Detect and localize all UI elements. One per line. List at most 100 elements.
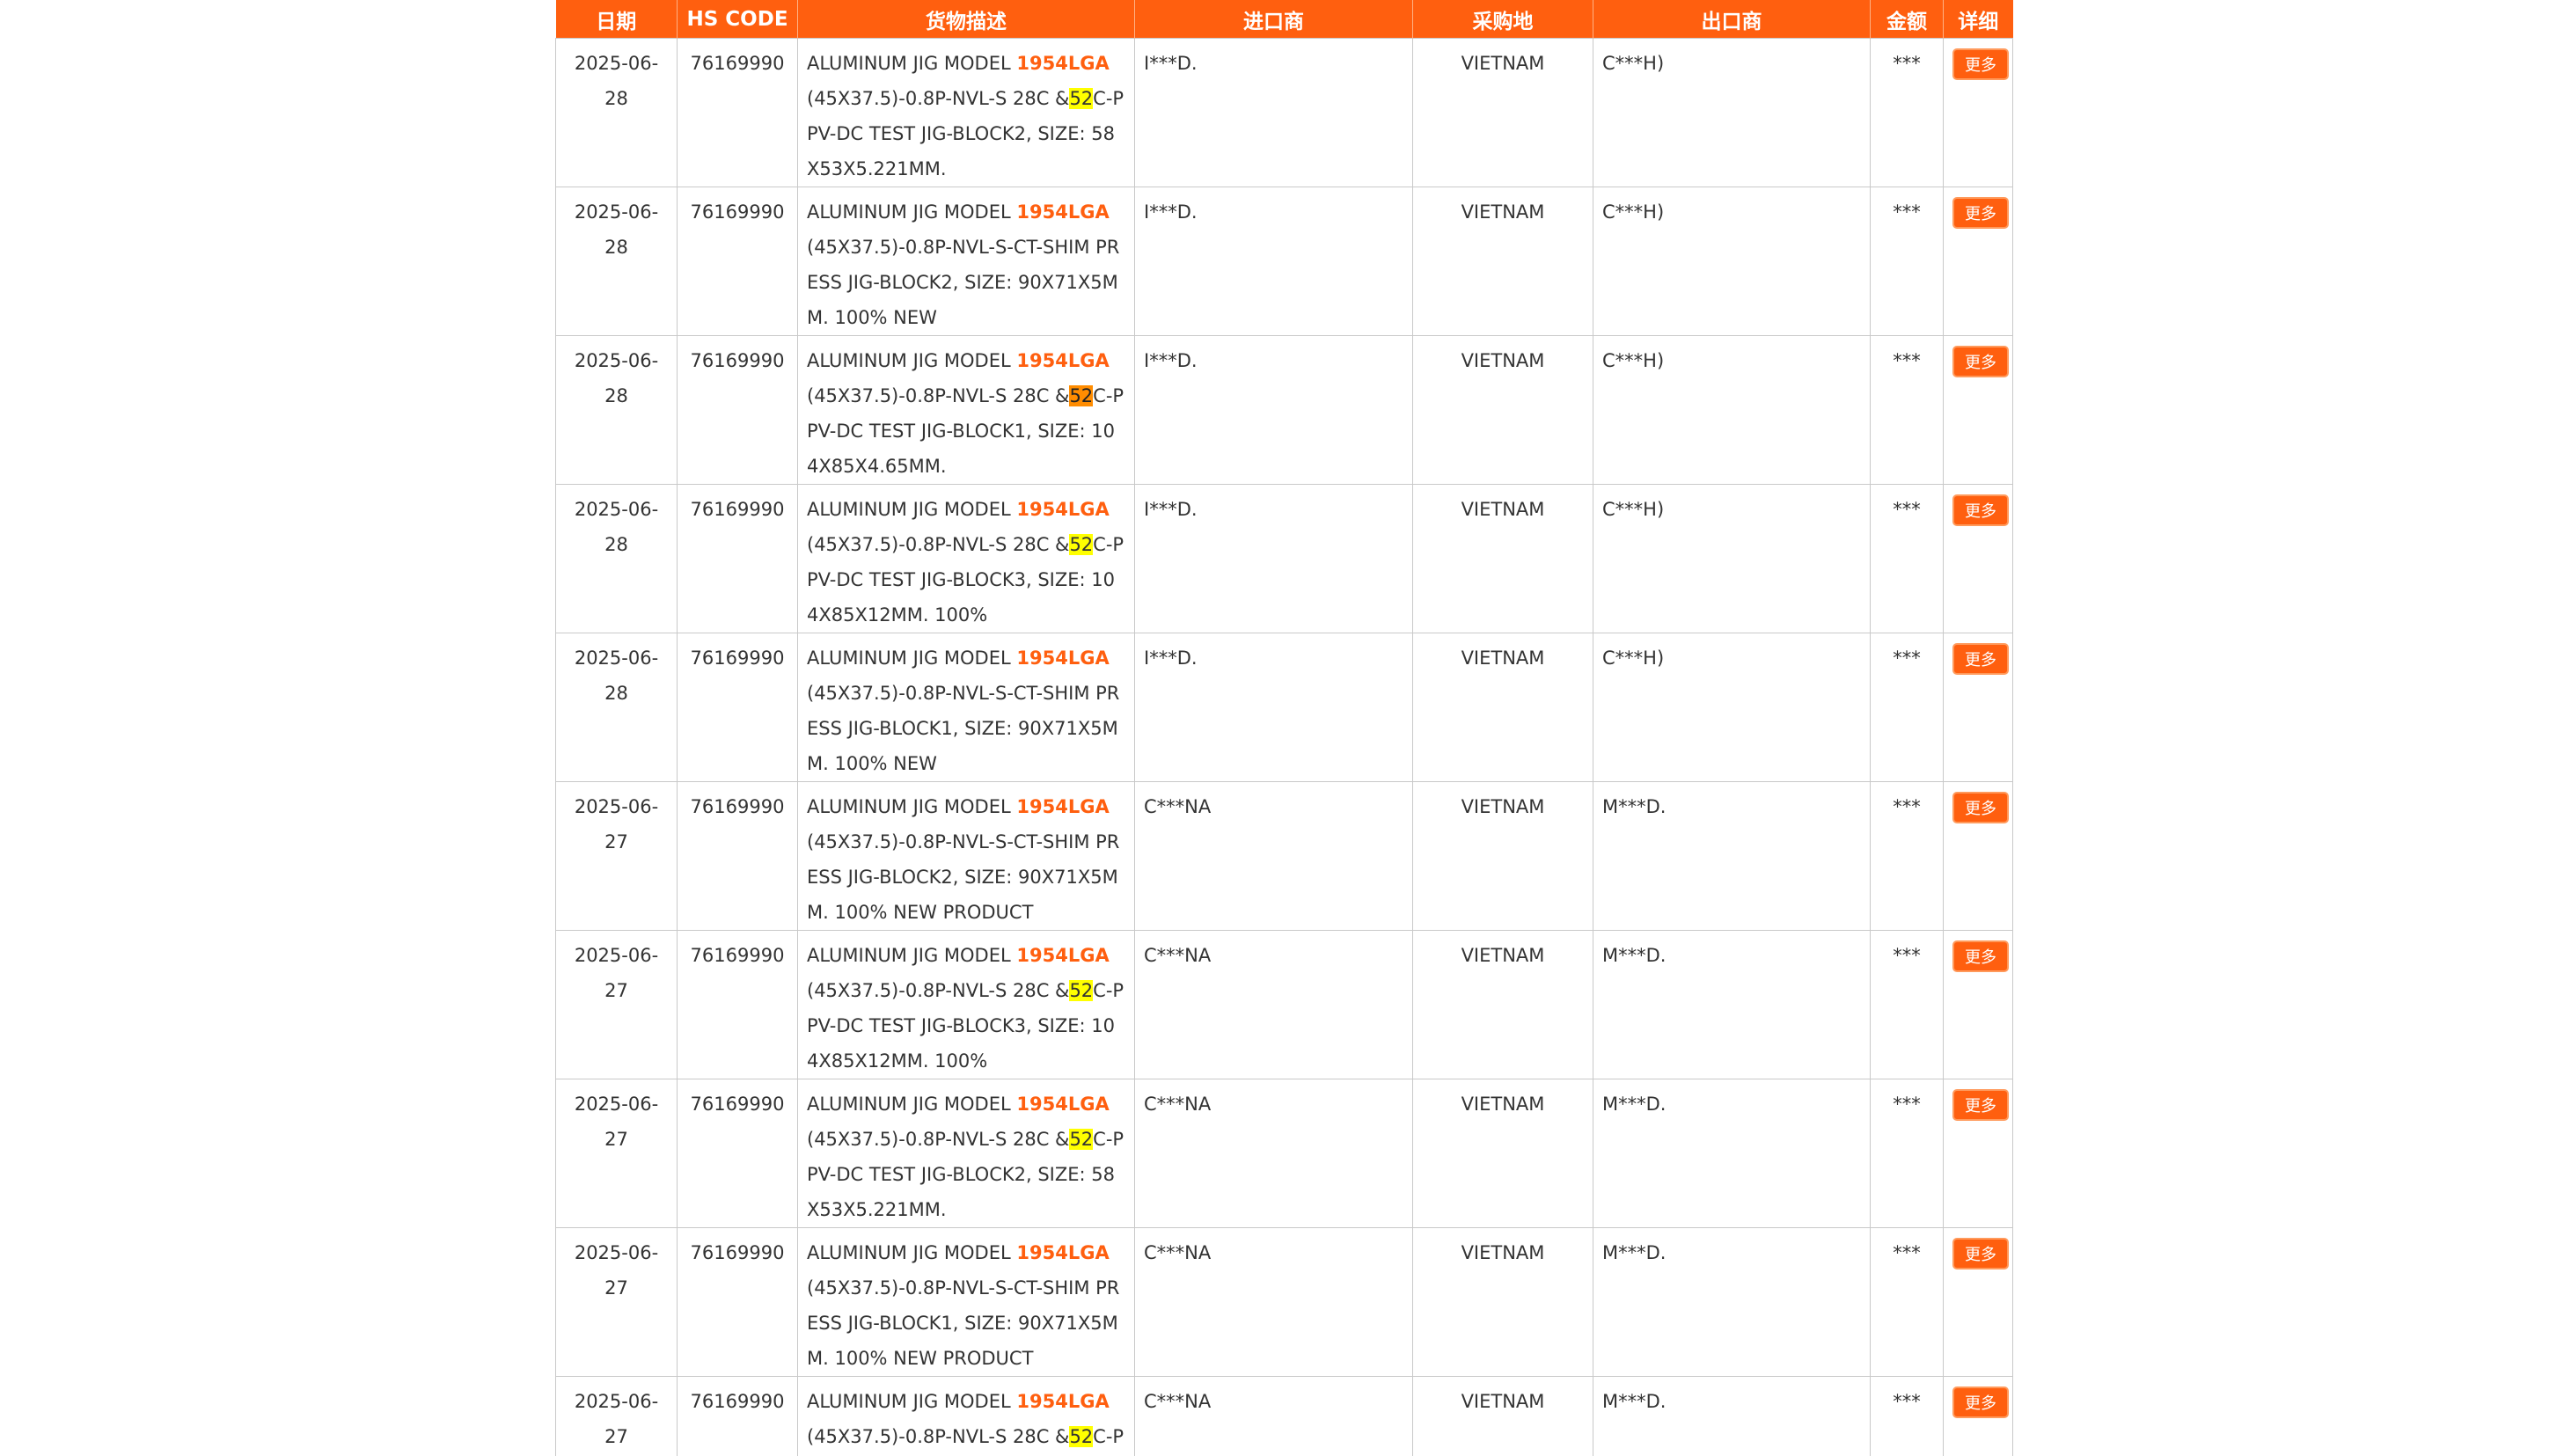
- cell-origin: VIETNAM: [1412, 187, 1593, 336]
- cell-detail: 更多: [1943, 1376, 2013, 1456]
- cell-detail: 更多: [1943, 1227, 2013, 1377]
- cell-origin: VIETNAM: [1412, 781, 1593, 931]
- cell-importer: C***NA: [1134, 930, 1413, 1079]
- cell-description: ALUMINUM JIG MODEL 1954LGA (45X37.5)-0.8P…: [797, 1227, 1135, 1377]
- cell-hs-code: 76169990: [677, 335, 798, 485]
- cell-origin: VIETNAM: [1412, 1376, 1593, 1456]
- cell-description: ALUMINUM JIG MODEL 1954LGA (45X37.5)-0.8P…: [797, 335, 1135, 485]
- description-prefix: ALUMINUM JIG MODEL: [807, 53, 1017, 74]
- table-row: 2025-06-27 76169990 ALUMINUM JIG MODEL 1…: [555, 781, 2013, 931]
- description-keyword-highlight: 52: [1069, 980, 1094, 1001]
- more-button[interactable]: 更多: [1952, 1386, 2009, 1418]
- cell-origin: VIETNAM: [1412, 633, 1593, 782]
- description-middle: (45X37.5)-0.8P-NVL-S 28C &: [807, 534, 1070, 555]
- cell-date: 2025-06-27: [555, 1227, 678, 1377]
- column-header-importer[interactable]: 进口商: [1134, 0, 1413, 39]
- cell-date: 2025-06-27: [555, 781, 678, 931]
- description-prefix: ALUMINUM JIG MODEL: [807, 201, 1017, 223]
- cell-origin: VIETNAM: [1412, 484, 1593, 633]
- cell-importer: I***D.: [1134, 633, 1413, 782]
- trade-records-table: 日期 HS CODE 货物描述 进口商 采购地 出口商 金额 详细 2025-0…: [555, 0, 2013, 1456]
- cell-importer: I***D.: [1134, 187, 1413, 336]
- cell-amount: ***: [1870, 781, 1944, 931]
- column-header-origin[interactable]: 采购地: [1412, 0, 1593, 39]
- cell-detail: 更多: [1943, 187, 2013, 336]
- cell-origin: VIETNAM: [1412, 1079, 1593, 1228]
- cell-exporter: M***D.: [1593, 781, 1871, 931]
- page: 日期 HS CODE 货物描述 进口商 采购地 出口商 金额 详细 2025-0…: [0, 0, 2564, 1456]
- header-row: 日期 HS CODE 货物描述 进口商 采购地 出口商 金额 详细: [555, 0, 2013, 39]
- cell-amount: ***: [1870, 633, 1944, 782]
- cell-amount: ***: [1870, 187, 1944, 336]
- description-keyword-model: 1954LGA: [1016, 350, 1110, 371]
- description-keyword-model: 1954LGA: [1016, 1094, 1110, 1115]
- description-keyword-highlight: 52: [1069, 1129, 1094, 1150]
- cell-hs-code: 76169990: [677, 38, 798, 187]
- more-button[interactable]: 更多: [1952, 197, 2009, 229]
- more-button[interactable]: 更多: [1952, 346, 2009, 377]
- column-header-exporter[interactable]: 出口商: [1593, 0, 1871, 39]
- more-button[interactable]: 更多: [1952, 792, 2009, 823]
- cell-origin: VIETNAM: [1412, 930, 1593, 1079]
- cell-detail: 更多: [1943, 1079, 2013, 1228]
- description-middle: (45X37.5)-0.8P-NVL-S 28C &: [807, 88, 1070, 109]
- table-row: 2025-06-27 76169990 ALUMINUM JIG MODEL 1…: [555, 1376, 2013, 1456]
- cell-importer: I***D.: [1134, 484, 1413, 633]
- description-prefix: ALUMINUM JIG MODEL: [807, 648, 1017, 669]
- column-header-detail: 详细: [1943, 0, 2013, 39]
- cell-hs-code: 76169990: [677, 781, 798, 931]
- cell-importer: C***NA: [1134, 1227, 1413, 1377]
- table-row: 2025-06-28 76169990 ALUMINUM JIG MODEL 1…: [555, 484, 2013, 633]
- table-row: 2025-06-27 76169990 ALUMINUM JIG MODEL 1…: [555, 1227, 2013, 1377]
- cell-importer: I***D.: [1134, 335, 1413, 485]
- table-row: 2025-06-28 76169990 ALUMINUM JIG MODEL 1…: [555, 38, 2013, 187]
- description-keyword-highlight: 52: [1069, 88, 1094, 109]
- cell-importer: C***NA: [1134, 781, 1413, 931]
- column-header-date[interactable]: 日期: [555, 0, 678, 39]
- description-middle: (45X37.5)-0.8P-NVL-S 28C &: [807, 1129, 1070, 1150]
- column-header-hs-code[interactable]: HS CODE: [677, 0, 798, 39]
- cell-hs-code: 76169990: [677, 1376, 798, 1456]
- description-prefix: ALUMINUM JIG MODEL: [807, 796, 1017, 817]
- cell-exporter: M***D.: [1593, 930, 1871, 1079]
- column-header-description[interactable]: 货物描述: [797, 0, 1135, 39]
- more-button[interactable]: 更多: [1952, 48, 2009, 80]
- cell-exporter: M***D.: [1593, 1376, 1871, 1456]
- cell-origin: VIETNAM: [1412, 1227, 1593, 1377]
- description-keyword-model: 1954LGA: [1016, 499, 1110, 520]
- description-keyword-highlight: 52: [1069, 385, 1094, 406]
- description-keyword-highlight: 52: [1069, 534, 1094, 555]
- cell-hs-code: 76169990: [677, 1227, 798, 1377]
- more-button[interactable]: 更多: [1952, 1238, 2009, 1269]
- cell-description: ALUMINUM JIG MODEL 1954LGA (45X37.5)-0.8P…: [797, 187, 1135, 336]
- more-button[interactable]: 更多: [1952, 940, 2009, 972]
- cell-hs-code: 76169990: [677, 1079, 798, 1228]
- cell-date: 2025-06-27: [555, 1376, 678, 1456]
- description-keyword-model: 1954LGA: [1016, 1242, 1110, 1263]
- more-button[interactable]: 更多: [1952, 643, 2009, 675]
- cell-detail: 更多: [1943, 335, 2013, 485]
- description-keyword-model: 1954LGA: [1016, 201, 1110, 223]
- table-row: 2025-06-27 76169990 ALUMINUM JIG MODEL 1…: [555, 930, 2013, 1079]
- description-prefix: ALUMINUM JIG MODEL: [807, 1242, 1017, 1263]
- more-button[interactable]: 更多: [1952, 494, 2009, 526]
- cell-description: ALUMINUM JIG MODEL 1954LGA (45X37.5)-0.8P…: [797, 781, 1135, 931]
- description-keyword-highlight: 52: [1069, 1426, 1094, 1447]
- cell-hs-code: 76169990: [677, 484, 798, 633]
- column-header-amount[interactable]: 金额: [1870, 0, 1944, 39]
- more-button[interactable]: 更多: [1952, 1089, 2009, 1121]
- cell-description: ALUMINUM JIG MODEL 1954LGA (45X37.5)-0.8P…: [797, 484, 1135, 633]
- cell-exporter: C***H): [1593, 335, 1871, 485]
- cell-amount: ***: [1870, 484, 1944, 633]
- cell-amount: ***: [1870, 335, 1944, 485]
- table-row: 2025-06-28 76169990 ALUMINUM JIG MODEL 1…: [555, 335, 2013, 485]
- table-body: 2025-06-28 76169990 ALUMINUM JIG MODEL 1…: [555, 38, 2013, 1456]
- cell-date: 2025-06-28: [555, 633, 678, 782]
- description-middle: (45X37.5)-0.8P-NVL-S-CT-SHIM PRESS JIG-B…: [807, 237, 1120, 328]
- cell-date: 2025-06-27: [555, 1079, 678, 1228]
- cell-exporter: C***H): [1593, 633, 1871, 782]
- cell-exporter: M***D.: [1593, 1227, 1871, 1377]
- cell-description: ALUMINUM JIG MODEL 1954LGA (45X37.5)-0.8P…: [797, 633, 1135, 782]
- cell-date: 2025-06-28: [555, 187, 678, 336]
- cell-description: ALUMINUM JIG MODEL 1954LGA (45X37.5)-0.8P…: [797, 1079, 1135, 1228]
